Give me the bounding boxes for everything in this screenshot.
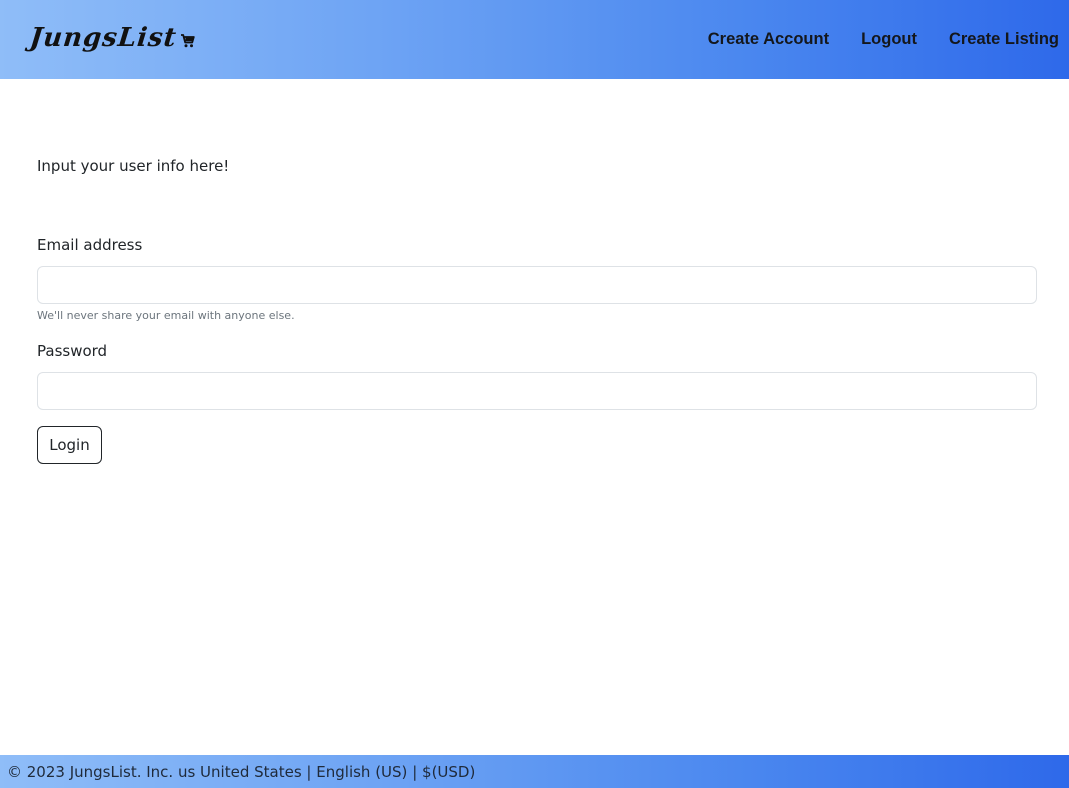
nav-create-listing-link[interactable]: Create Listing — [949, 30, 1059, 49]
login-button[interactable]: Login — [37, 426, 102, 464]
brand-name: JungsList — [28, 23, 179, 53]
footer-currency[interactable]: $(USD) — [422, 763, 475, 781]
footer-region[interactable]: us United States — [178, 763, 302, 781]
footer-separator: | — [412, 762, 418, 781]
nav-create-account-link[interactable]: Create Account — [708, 30, 829, 49]
nav-logout-link[interactable]: Logout — [861, 30, 917, 49]
password-label: Password — [37, 342, 108, 360]
footer-language[interactable]: English (US) — [316, 763, 407, 781]
footer-separator: | — [306, 762, 312, 781]
password-field[interactable] — [37, 372, 1037, 410]
footer: © 2023 JungsList. Inc. us United States … — [0, 755, 1069, 788]
email-field[interactable] — [37, 266, 1037, 304]
brand-logo-link[interactable]: JungsList — [28, 20, 196, 56]
nav-links: Create Account Logout Create Listing — [708, 0, 1059, 79]
top-navbar: JungsList Create Account Logout Create L… — [0, 0, 1069, 79]
email-help-text: We'll never share your email with anyone… — [37, 309, 295, 322]
intro-text: Input your user info here! — [37, 157, 230, 175]
email-label: Email address — [37, 236, 143, 254]
cart-icon — [180, 33, 196, 49]
footer-copyright: © 2023 JungsList. Inc. — [7, 762, 174, 781]
